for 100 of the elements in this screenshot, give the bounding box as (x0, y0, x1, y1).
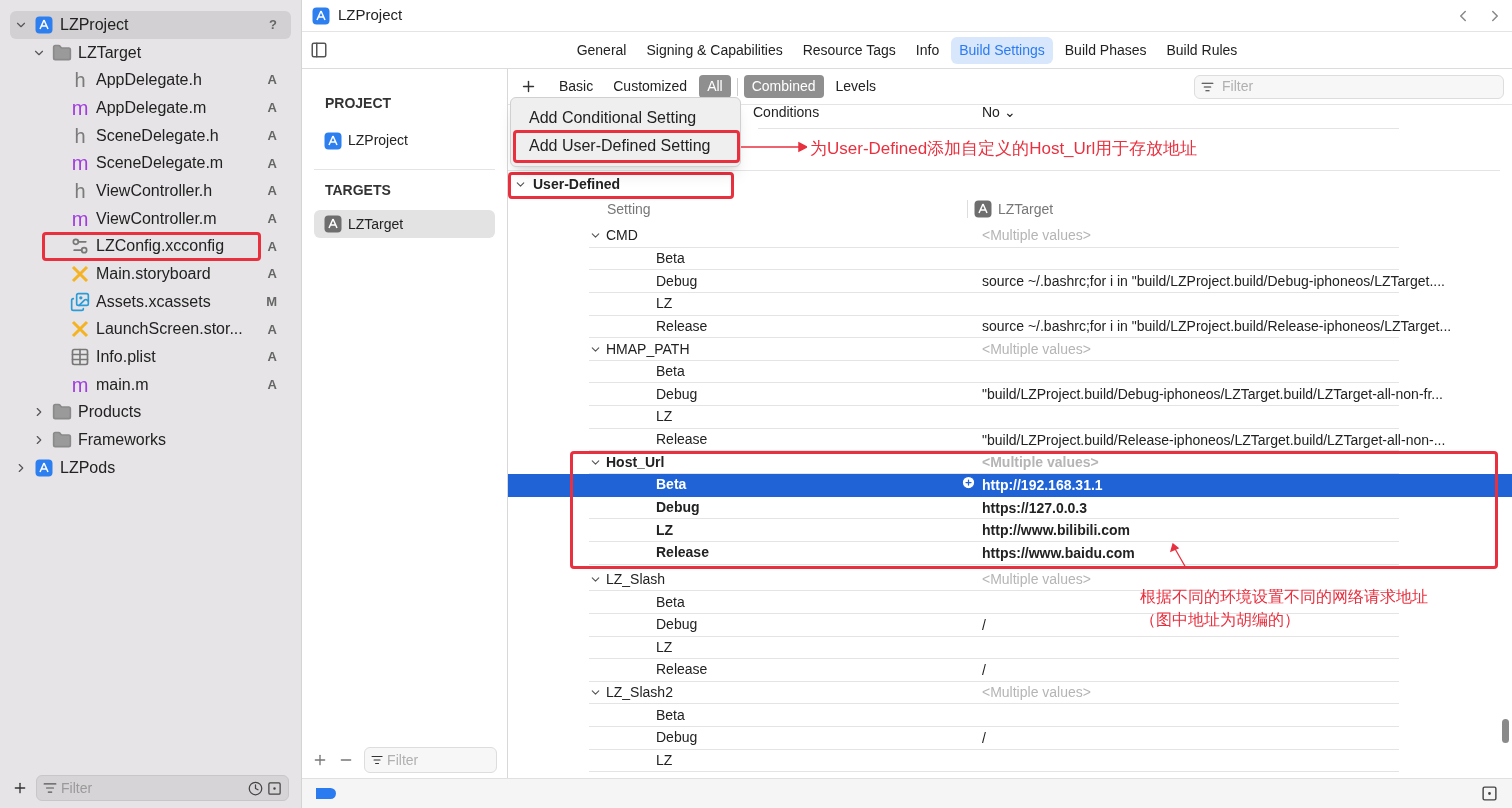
menu-item[interactable]: Add Conditional Setting (511, 104, 740, 132)
setting-row[interactable]: LZ (589, 292, 982, 315)
navigator-item[interactable]: Products (10, 398, 291, 427)
setting-name: Beta (656, 248, 686, 268)
navigator-item[interactable]: h ViewController.h A (10, 177, 291, 205)
scope-button[interactable]: Customized (605, 75, 696, 98)
navigator-item[interactable]: Assets.xcassets M (10, 287, 291, 316)
panel-toggle-icon[interactable] (1481, 785, 1498, 802)
navigator-item[interactable]: Info.plist A (10, 343, 291, 371)
setting-value: <Multiple values> (982, 339, 1091, 359)
file-name: LZProject (60, 14, 130, 35)
section-heading: TARGETS (324, 181, 392, 200)
editor-title: LZProject (338, 5, 404, 26)
status-letter: A (267, 237, 277, 256)
source-file-icon: m (70, 97, 90, 118)
app-icon (312, 6, 330, 25)
navigator-item[interactable]: h SceneDelegate.h A (10, 121, 291, 150)
setting-row[interactable]: Debug / (589, 613, 986, 636)
scope-button[interactable]: Basic (551, 75, 602, 98)
status-letter: A (267, 182, 277, 201)
setting-row[interactable]: LZ (589, 636, 982, 659)
navigator-item[interactable]: m SceneDelegate.m A (10, 149, 291, 178)
view-button[interactable]: Levels (827, 75, 884, 98)
filter-input[interactable]: Filter (387, 749, 490, 771)
setting-value: / (982, 662, 986, 678)
filter-options-icon[interactable] (43, 781, 57, 795)
setting-row[interactable]: Beta (589, 247, 982, 270)
editor-tab[interactable]: Build Phases (1056, 36, 1155, 64)
navigator-item[interactable]: LZPods (10, 454, 291, 482)
project-item[interactable]: LZProject (314, 127, 495, 154)
setting-row[interactable]: LZ (589, 406, 982, 428)
filter-field[interactable]: Filter (36, 775, 289, 801)
header-file-icon: h (70, 125, 90, 146)
setting-row[interactable]: Release https://www.baidu.com (589, 541, 1135, 564)
setting-row[interactable]: Release / (589, 659, 986, 681)
navigator-item[interactable]: h AppDelegate.h A (10, 66, 291, 95)
setting-row[interactable]: Debug / (589, 727, 986, 749)
setting-row[interactable]: Release "build/LZProject.build/Release-iphoneos/LZTarget.build/LZTarget-all-non-... (589, 428, 1446, 451)
setting-row[interactable]: Beta (589, 360, 982, 383)
editor-tab[interactable]: Build Rules (1158, 36, 1246, 64)
setting-value: / (982, 729, 986, 746)
setting-name: LZ (656, 294, 674, 314)
setting-name: LZ_Slash2 (606, 683, 674, 703)
setting-row[interactable]: Beta (589, 704, 982, 727)
editor-tab[interactable]: Resource Tags (794, 36, 904, 64)
setting-row[interactable]: Beta http://192.168.31.1 (508, 474, 1512, 497)
setting-row[interactable]: Release source ~/.bashrc;for i in "build/LZProject.build/Release-iphoneos/LZTarget... (589, 315, 1452, 338)
filter-field[interactable]: Filter (364, 747, 497, 773)
navigator-item[interactable]: LZConfig.xcconfig A (10, 232, 291, 261)
file-name: LZPods (60, 457, 117, 478)
navigator-item[interactable]: LZTarget (10, 38, 291, 67)
navigator-item[interactable]: LZProject ? (10, 11, 291, 39)
clock-icon[interactable] (248, 780, 263, 796)
setting-name: Host_Url (606, 452, 666, 472)
setting-name: Debug (656, 728, 699, 748)
filter-input[interactable]: Filter (1222, 76, 1497, 97)
editor-tab[interactable]: Signing & Capabilities (638, 36, 791, 64)
file-name: LaunchScreen.stor... (96, 319, 244, 340)
add-icon[interactable] (520, 78, 537, 95)
setting-row[interactable]: Beta (589, 591, 982, 613)
setting-row[interactable]: LZ (589, 749, 982, 772)
app-icon (35, 15, 53, 34)
menu-item[interactable]: Add User-Defined Setting (511, 132, 740, 160)
header-file-icon: h (70, 180, 90, 201)
navigator-item[interactable]: LaunchScreen.stor... A (10, 315, 291, 344)
editor-tab[interactable]: General (568, 36, 635, 64)
navigator-item[interactable]: Main.storyboard A (10, 260, 291, 288)
editor-tab[interactable]: Info (907, 36, 948, 64)
source-file-icon: m (70, 374, 90, 395)
setting-row[interactable]: LZ http://www.bilibili.com (589, 519, 1131, 541)
sidebar-toggle-icon[interactable] (310, 41, 328, 59)
setting-value: <Multiple values> (982, 569, 1091, 589)
setting-name: LZ (656, 407, 674, 427)
annotation-text: 为User-Defined添加自定义的Host_Url用于存放地址 (810, 138, 1198, 160)
setting-row[interactable]: Debug "build/LZProject.build/Debug-iphoneos/LZTarget.build/LZTarget-all-non-fr... (589, 383, 1443, 406)
file-name: LZTarget (78, 42, 143, 63)
setting-name: Release (656, 543, 710, 563)
navigator-item[interactable]: Frameworks (10, 426, 291, 454)
setting-value: / (982, 616, 986, 633)
cross-icon (71, 265, 89, 284)
tag-icon[interactable] (316, 788, 336, 799)
add-circle-icon[interactable] (961, 474, 976, 490)
setting-value: <Multiple values> (982, 452, 1099, 472)
navigator-item[interactable]: m main.m A (10, 370, 291, 399)
app-icon (324, 215, 342, 233)
navigator-item[interactable]: m ViewController.m A (10, 204, 291, 233)
setting-name: Beta (656, 592, 686, 612)
setting-value: http://www.bilibili.com (982, 522, 1131, 539)
table-icon (70, 347, 90, 368)
filter-input[interactable]: Filter (61, 777, 244, 799)
setting-row[interactable]: Debug source ~/.bashrc;for i in "build/LZProject.build/Debug-iphoneos/LZTarget.... (589, 270, 1445, 292)
file-name: Info.plist (96, 347, 157, 368)
setting-row[interactable]: Debug https://127.0.0.3 (589, 496, 1088, 519)
scrollbar-thumb[interactable] (1502, 719, 1509, 743)
file-name: Assets.xcassets (96, 291, 212, 312)
filter-field[interactable]: Filter (1194, 74, 1504, 99)
navigator-item[interactable]: m AppDelegate.m A (10, 94, 291, 122)
cross-icon (71, 320, 89, 339)
target-item[interactable]: LZTarget (314, 210, 495, 238)
section-header[interactable]: User-Defined (508, 171, 1512, 197)
